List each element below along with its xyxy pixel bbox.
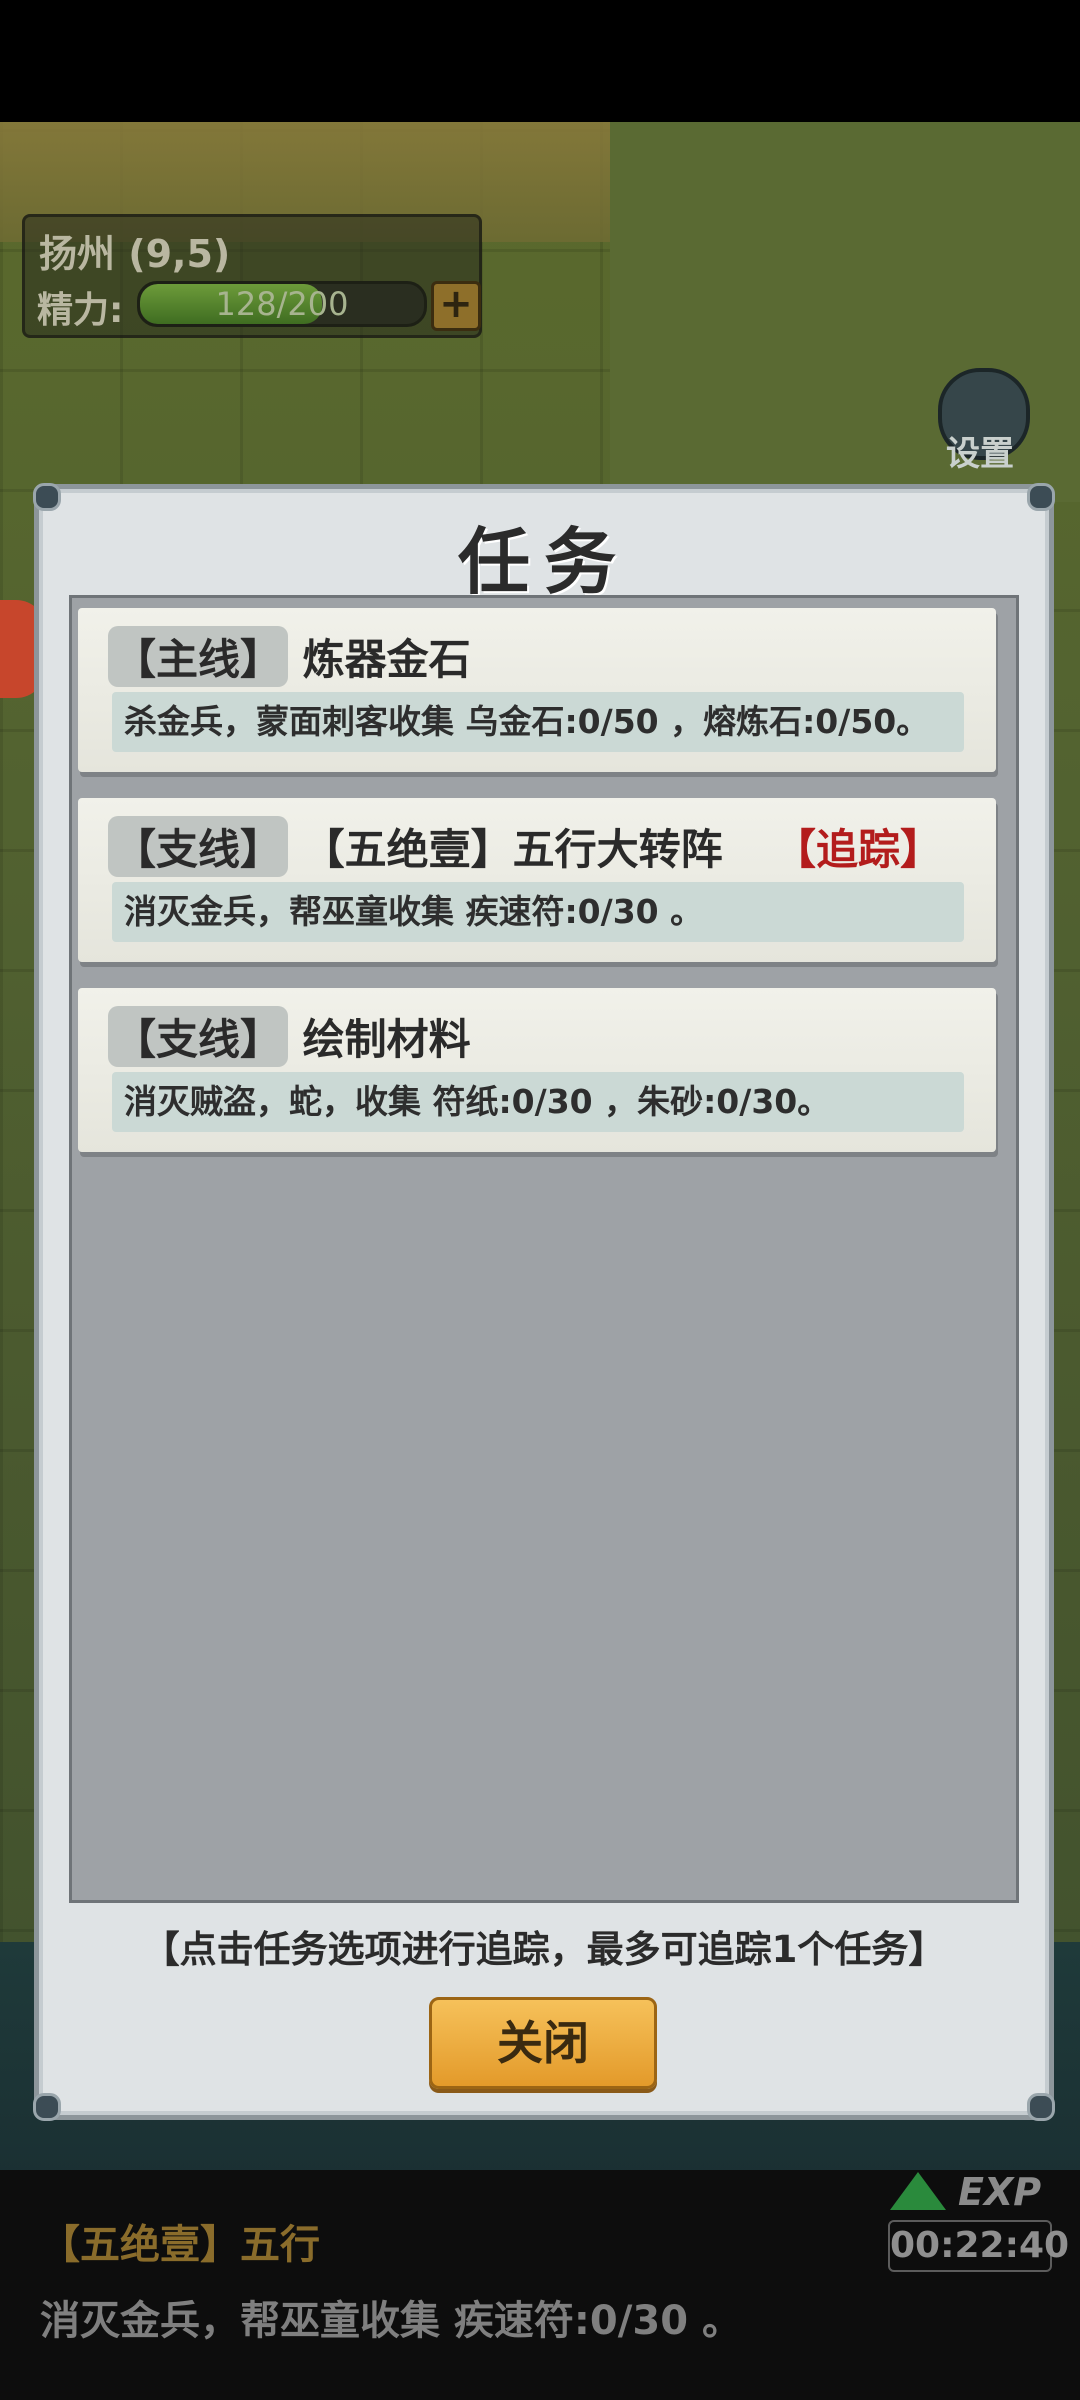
task-title: 【支线】 【五绝壹】五行大转阵 — [108, 816, 723, 877]
status-bar-area — [0, 0, 1080, 122]
task-item[interactable]: 【主线】 炼器金石 杀金兵，蒙面刺客收集 乌金石:0/50 ，熔炼石:0/50。 — [78, 608, 996, 772]
task-list: 【主线】 炼器金石 杀金兵，蒙面刺客收集 乌金石:0/50 ，熔炼石:0/50。… — [69, 595, 1019, 1903]
location-name: 扬州 (9,5) — [39, 232, 231, 276]
tracked-quest-title: 【五绝壹】五行 — [40, 2222, 320, 2268]
task-description: 杀金兵，蒙面刺客收集 乌金石:0/50 ，熔炼石:0/50。 — [112, 692, 964, 752]
exp-up-arrow-icon — [890, 2172, 946, 2210]
task-title: 【支线】 绘制材料 — [108, 1006, 471, 1067]
task-title: 【主线】 炼器金石 — [108, 626, 471, 687]
exp-timer: 00:22:40 — [888, 2220, 1069, 2272]
tracking-hint: 【点击任务选项进行追踪，最多可追踪1个任务】 — [142, 1928, 946, 1971]
add-energy-button[interactable]: + — [431, 281, 481, 331]
task-tag: 【支线】 — [108, 1006, 289, 1067]
task-description: 消灭贼盗，蛇，收集 符纸:0/30 ，朱砂:0/30。 — [112, 1072, 964, 1132]
task-name: 炼器金石 — [302, 635, 471, 684]
energy-bar: 128/200 — [137, 281, 427, 327]
task-description: 消灭金兵，帮巫童收集 疾速符:0/30 。 — [112, 882, 964, 942]
dialog-title: 任务 — [457, 520, 630, 604]
task-tag: 【主线】 — [108, 626, 289, 687]
settings-label: 设置 — [946, 434, 1014, 474]
tracked-quest-description: 消灭金兵，帮巫童收集 疾速符:0/30 。 — [40, 2298, 742, 2344]
exp-label: EXP — [958, 2170, 1042, 2214]
settings-button[interactable]: 设置 — [930, 368, 1030, 478]
task-item[interactable]: 【支线】 绘制材料 消灭贼盗，蛇，收集 符纸:0/30 ，朱砂:0/30。 — [78, 988, 996, 1152]
task-dialog: 任务 【主线】 炼器金石 杀金兵，蒙面刺客收集 乌金石:0/50 ，熔炼石:0/… — [33, 483, 1055, 2121]
task-tag: 【支线】 — [108, 816, 289, 877]
task-item[interactable]: 【支线】 【五绝壹】五行大转阵 【追踪】 消灭金兵，帮巫童收集 疾速符:0/30… — [78, 798, 996, 962]
energy-label: 精力: — [37, 290, 124, 331]
track-badge: 【追踪】 — [773, 825, 942, 874]
close-button[interactable]: 关闭 — [429, 1997, 657, 2089]
energy-value: 128/200 — [215, 285, 349, 323]
corner-rivet-icon — [33, 2093, 61, 2121]
location-panel: 扬州 (9,5) 精力: 128/200 + — [22, 214, 482, 338]
task-name: 【五绝壹】五行大转阵 — [302, 825, 723, 874]
corner-rivet-icon — [1027, 2093, 1055, 2121]
task-name: 绘制材料 — [302, 1015, 471, 1064]
